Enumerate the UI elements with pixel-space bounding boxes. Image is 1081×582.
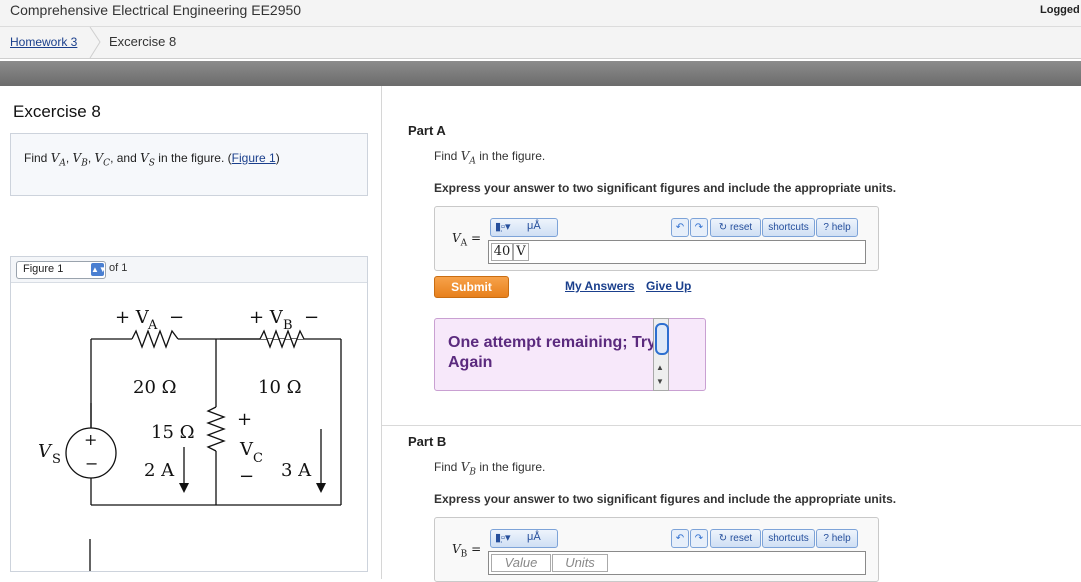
units-menu-button[interactable]: μÅ xyxy=(527,220,541,232)
undo-icon[interactable]: ↶ xyxy=(671,218,689,237)
template-toolbar-b: ▮▫̣▾ μÅ xyxy=(490,529,558,548)
svg-text:10 Ω: 10 Ω xyxy=(258,377,302,398)
part-a-unit-cell[interactable]: V xyxy=(513,243,529,261)
figure-panel: Figure 1 ▲▼ of 1 + V A − + V B − 20 Ω 10… xyxy=(10,256,368,572)
part-a-answer-box: VA = ▮▫̣▾ μÅ ↶ ↷ ↻ reset shortcuts ? hel… xyxy=(434,206,879,271)
select-arrows-icon: ▲▼ xyxy=(91,263,107,276)
toolbar-band xyxy=(0,61,1081,86)
shortcuts-button[interactable]: shortcuts xyxy=(762,529,815,548)
shortcuts-button[interactable]: shortcuts xyxy=(762,218,815,237)
part-b-var-label: VB = xyxy=(452,542,482,560)
part-b-prompt: Find VB in the figure. xyxy=(434,460,546,478)
help-button[interactable]: ? help xyxy=(816,529,858,548)
exercise-title: Excercise 8 xyxy=(13,102,101,121)
part-a-prompt: Find VA in the figure. xyxy=(434,149,546,167)
svg-text:+: + xyxy=(84,430,97,449)
var-vb: VB xyxy=(72,151,88,169)
svg-text:15 Ω: 15 Ω xyxy=(151,422,195,443)
submit-button[interactable]: Submit xyxy=(434,276,509,298)
part-a-label: Part A xyxy=(408,123,446,138)
var-va: VA xyxy=(50,151,66,169)
var-vs: VS xyxy=(140,151,155,169)
circuit-diagram: + V A − + V B − 20 Ω 10 Ω 15 Ω + V C − V… xyxy=(38,307,342,571)
answer-pane: Part A Find VA in the figure. Express yo… xyxy=(382,86,1081,582)
reset-button[interactable]: ↻ reset xyxy=(710,529,761,548)
my-answers-link[interactable]: My Answers xyxy=(565,279,635,293)
svg-text:B: B xyxy=(283,318,293,333)
redo-icon[interactable]: ↷ xyxy=(690,529,708,548)
template-toolbar: ▮▫̣▾ μÅ xyxy=(490,218,558,237)
part-a-var: VA xyxy=(460,149,476,167)
part-b-answer-field[interactable]: Value Units xyxy=(488,551,866,575)
part-b-answer-box: VB = ▮▫̣▾ μÅ ↶ ↷ ↻ reset shortcuts ? hel… xyxy=(434,517,879,582)
figure-link[interactable]: Figure 1 xyxy=(232,151,276,165)
svg-text:+ V: + V xyxy=(249,307,284,328)
part-b-unit-cell[interactable]: Units xyxy=(552,554,608,572)
part-b-value-cell[interactable]: Value xyxy=(491,554,551,572)
svg-text:2 A: 2 A xyxy=(144,460,175,481)
breadcrumb-separator-icon xyxy=(89,27,101,58)
svg-text:C: C xyxy=(253,451,263,466)
figure-select[interactable]: Figure 1 ▲▼ xyxy=(16,261,107,279)
redo-icon[interactable]: ↷ xyxy=(690,218,708,237)
svg-text:+ V: + V xyxy=(115,307,150,328)
templates-icon[interactable]: ▮▫̣▾ xyxy=(495,531,510,544)
part-b-var: VB xyxy=(460,460,476,478)
feedback-scrollbar[interactable]: ▲ ▼ xyxy=(653,318,669,391)
help-button[interactable]: ? help xyxy=(816,218,858,237)
part-a-answer-field[interactable]: 40 V xyxy=(488,240,866,264)
course-title: Comprehensive Electrical Engineering EE2… xyxy=(10,2,302,18)
svg-text:20 Ω: 20 Ω xyxy=(133,377,177,398)
svg-text:−: − xyxy=(239,466,254,487)
question-box: Find VA, VB, VC, and VS in the figure. (… xyxy=(10,133,368,196)
part-a-var-label: VA = xyxy=(452,231,482,249)
top-header: Comprehensive Electrical Engineering EE2… xyxy=(0,0,1081,27)
units-menu-button[interactable]: μÅ xyxy=(527,531,541,543)
svg-text:A: A xyxy=(147,318,158,333)
svg-text:−: − xyxy=(85,454,98,473)
part-b-instructions: Express your answer to two significant f… xyxy=(434,492,897,506)
templates-icon[interactable]: ▮▫̣▾ xyxy=(495,220,510,233)
breadcrumb-homework-link[interactable]: Homework 3 xyxy=(10,35,77,49)
problem-pane: Excercise 8 Find VA, VB, VC, and VS in t… xyxy=(0,86,382,579)
svg-text:+: + xyxy=(237,409,252,430)
give-up-link[interactable]: Give Up xyxy=(646,279,691,293)
logged-in-label: Logged xyxy=(1040,4,1080,16)
var-vc: VC xyxy=(94,151,111,169)
svg-text:S: S xyxy=(52,452,61,467)
part-b-label: Part B xyxy=(408,434,447,449)
svg-text:V: V xyxy=(239,439,254,460)
figure-count: of 1 xyxy=(109,262,128,274)
scroll-thumb[interactable] xyxy=(655,323,669,355)
scroll-down-icon[interactable]: ▼ xyxy=(656,377,664,386)
feedback-message: One attempt remaining; Try Again xyxy=(448,334,657,371)
reset-button[interactable]: ↻ reset xyxy=(710,218,761,237)
svg-text:−: − xyxy=(169,307,184,328)
breadcrumb: Homework 3 Excercise 8 xyxy=(0,27,1081,59)
svg-text:3 A: 3 A xyxy=(281,460,312,481)
svg-text:V: V xyxy=(38,441,53,462)
breadcrumb-current: Excercise 8 xyxy=(109,34,177,49)
figure-bar: Figure 1 ▲▼ of 1 xyxy=(11,257,367,283)
question-text: Find VA, VB, VC, and VS in the figure. (… xyxy=(24,151,280,169)
undo-icon[interactable]: ↶ xyxy=(671,529,689,548)
scroll-up-icon[interactable]: ▲ xyxy=(656,363,664,372)
part-a-instructions: Express your answer to two significant f… xyxy=(434,181,897,195)
svg-text:−: − xyxy=(304,307,319,328)
part-divider xyxy=(382,425,1081,426)
part-a-value-cell[interactable]: 40 xyxy=(491,243,513,261)
